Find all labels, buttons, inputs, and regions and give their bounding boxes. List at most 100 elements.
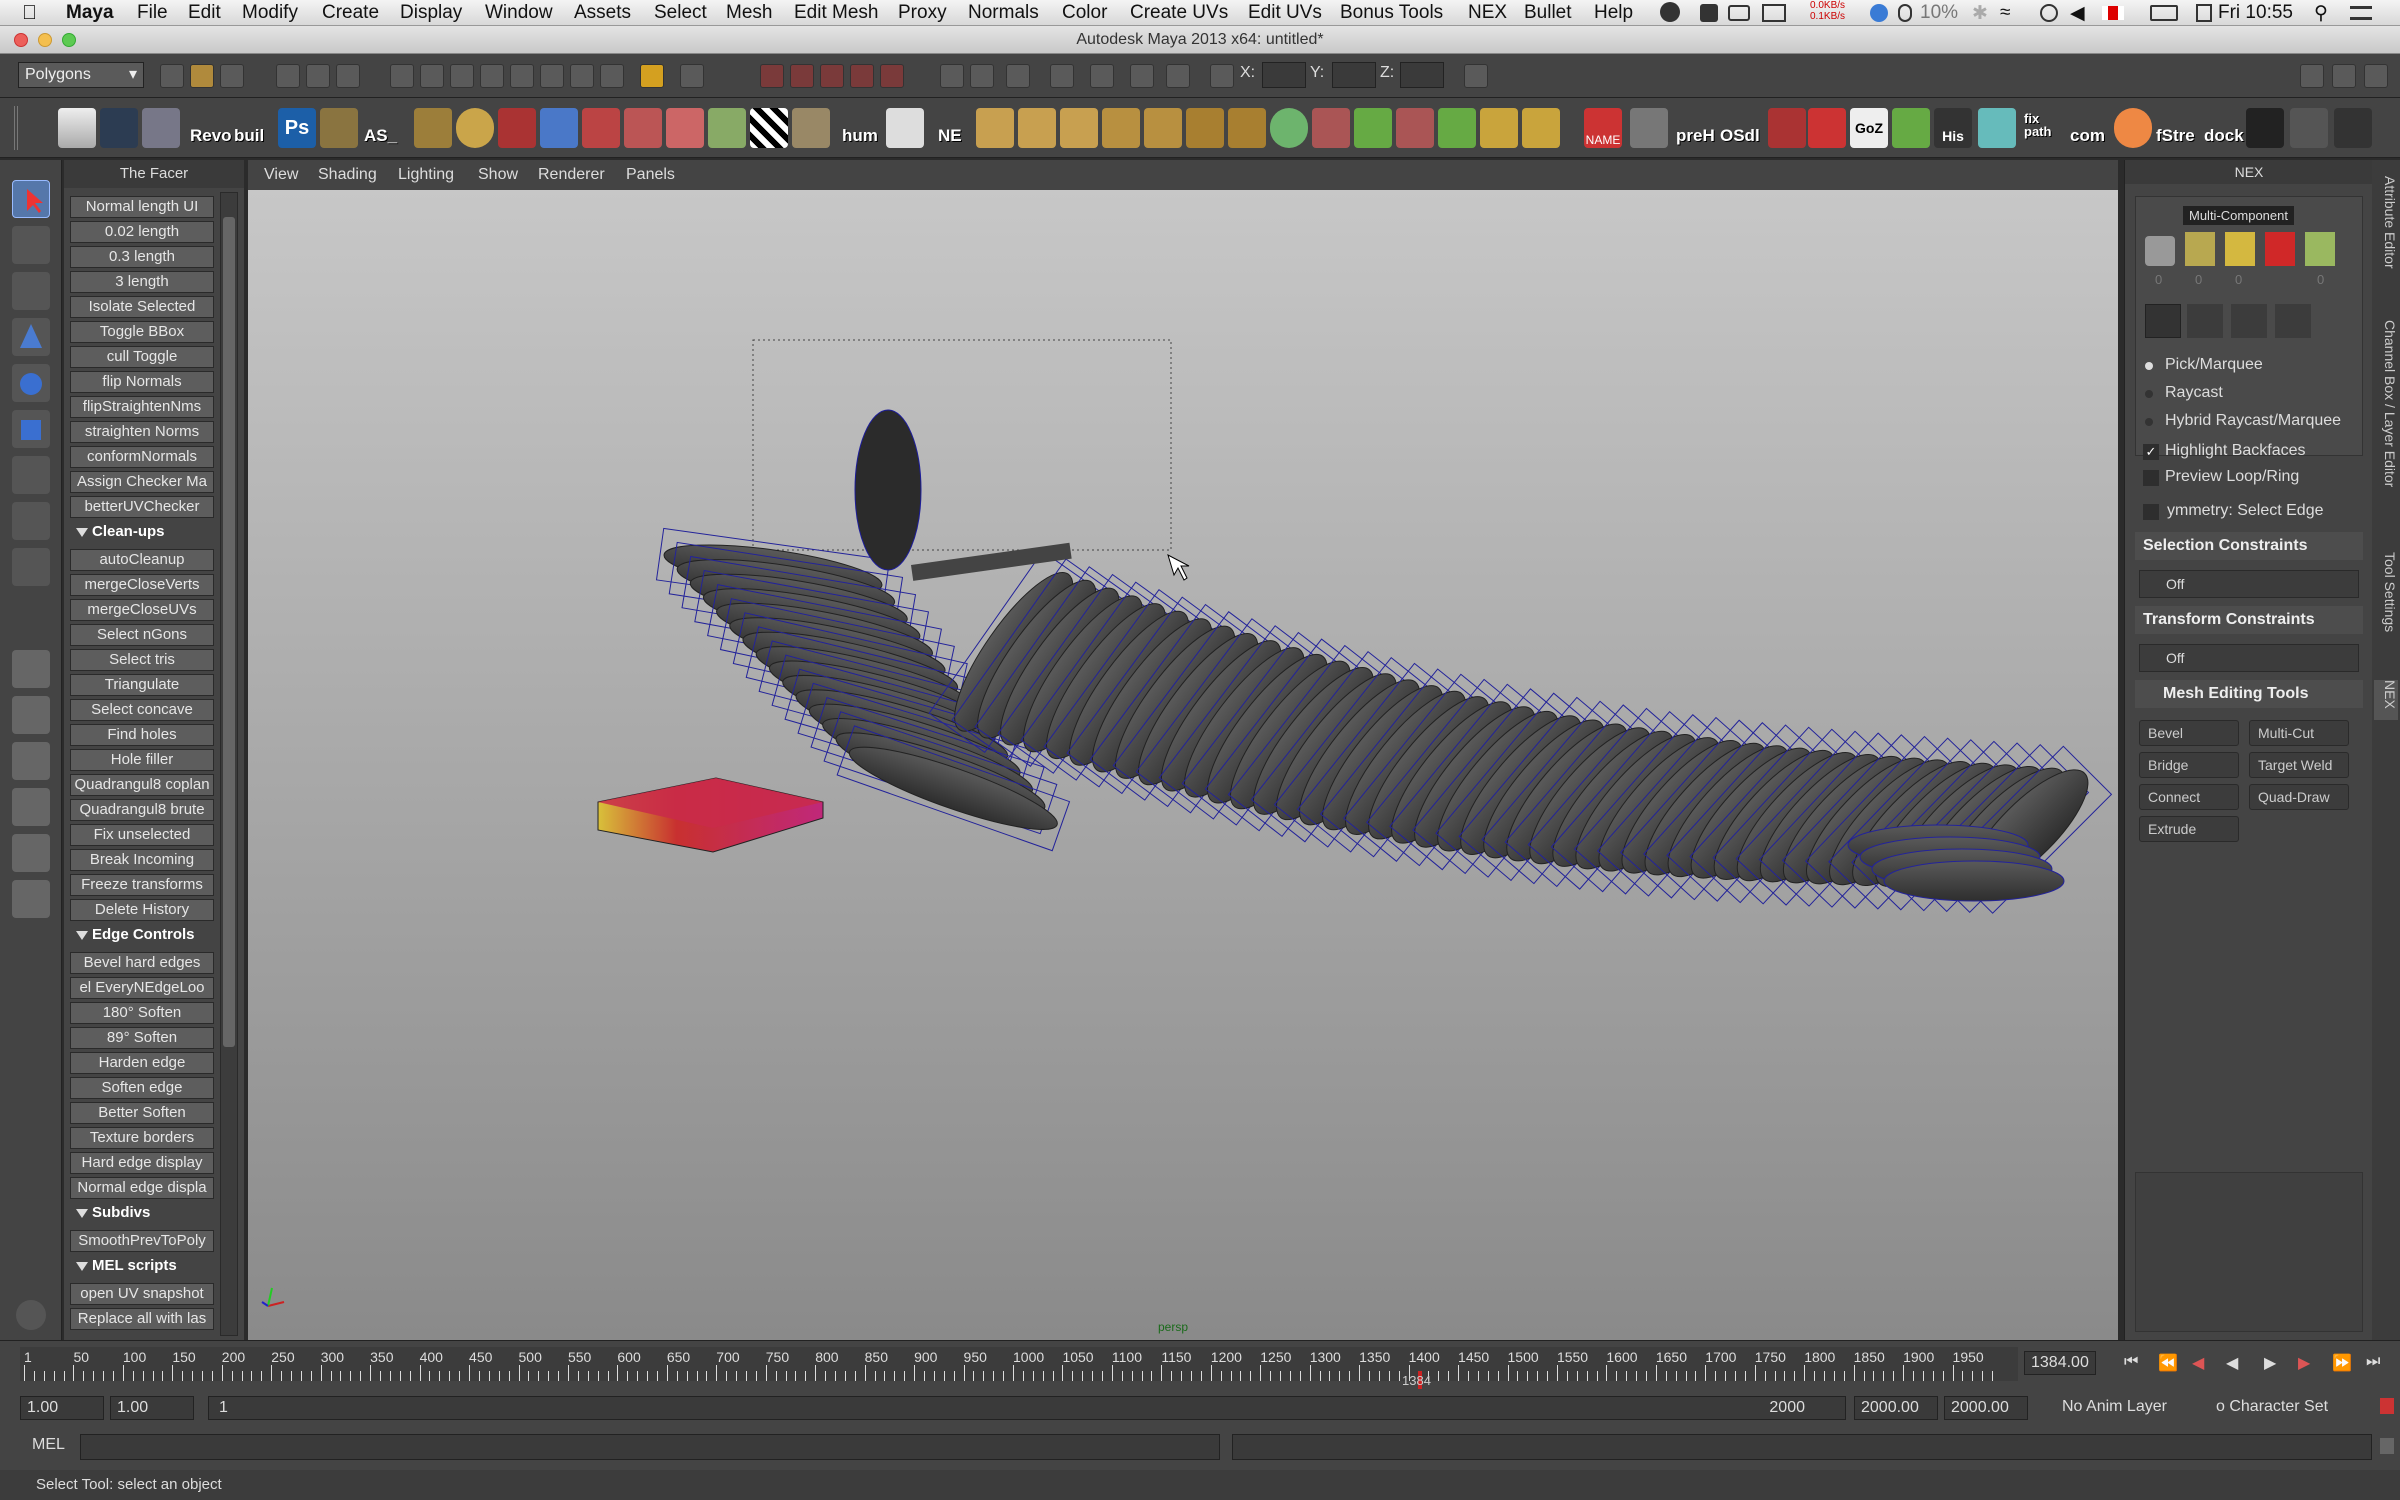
input-flag-icon[interactable] — [2102, 6, 2124, 20]
display-icon[interactable] — [1762, 4, 1786, 22]
viewport-menu-show[interactable]: Show — [478, 166, 518, 184]
time-slider[interactable]: 1 50 100 150 200 250 300 350 400 450 500 550 600 650 7… — [0, 1340, 2400, 1392]
connect-button[interactable]: Connect — [2139, 784, 2239, 810]
shelf-build[interactable]: buil — [234, 126, 264, 146]
shelf-goz[interactable]: GoZ — [1850, 108, 1888, 148]
facer-button[interactable]: Fix unselected — [70, 824, 214, 846]
selection-constraints-header[interactable]: Selection Constraints — [2135, 532, 2363, 560]
facer-section-header[interactable]: Clean-ups — [70, 521, 214, 543]
facer-button[interactable]: Soften edge — [70, 1077, 214, 1099]
transform-icon[interactable] — [1090, 64, 1114, 88]
shelf-grid-icon[interactable] — [886, 108, 924, 148]
viewport-menu-shading[interactable]: Shading — [318, 166, 377, 184]
shelf-plane-icon-6[interactable] — [1186, 108, 1224, 148]
symmetry-checkbox[interactable] — [2143, 504, 2159, 520]
target-weld-button[interactable]: Target Weld — [2249, 752, 2349, 778]
layout-outliner-icon[interactable] — [12, 742, 50, 780]
layout-single-icon[interactable] — [12, 650, 50, 688]
facer-scrollbar[interactable] — [220, 192, 238, 1336]
app-status-icon[interactable] — [1660, 2, 1680, 22]
facer-button[interactable]: 89° Soften — [70, 1027, 214, 1049]
hypershade-icon[interactable] — [850, 64, 874, 88]
x-field[interactable] — [1262, 62, 1306, 88]
shelf-plane-icon-5[interactable] — [1144, 108, 1182, 148]
transform-icon-2[interactable] — [1130, 64, 1154, 88]
radio-raycast[interactable] — [2145, 390, 2153, 398]
viewport-menu-renderer[interactable]: Renderer — [538, 166, 605, 184]
disk-chain-object[interactable] — [655, 527, 2113, 914]
go-to-end-icon[interactable]: ⏭ — [2366, 1353, 2380, 1371]
disk-segment[interactable] — [1883, 860, 2065, 902]
spotlight-icon[interactable]: ⚲ — [2314, 2, 2328, 25]
shelf-ghost-icon[interactable] — [1978, 108, 2016, 148]
history-icon[interactable] — [540, 64, 564, 88]
shelf-plane-icon-4[interactable] — [1102, 108, 1140, 148]
tab-tool-settings[interactable]: Tool Settings — [2374, 552, 2398, 672]
shelf-brush-icon[interactable] — [498, 108, 536, 148]
clock[interactable]: Fri 10:55 — [2218, 2, 2293, 24]
viewport-menu-panels[interactable]: Panels — [626, 166, 675, 184]
anim-layer-dropdown[interactable]: No Anim Layer — [2062, 1398, 2167, 1416]
layout-hypershade-icon[interactable] — [12, 834, 50, 872]
shelf-fix-path[interactable]: fix path — [2024, 112, 2060, 138]
shelf-icon-i[interactable] — [2290, 108, 2328, 148]
facer-button[interactable]: cull Toggle — [70, 346, 214, 368]
relative-mode-icon[interactable] — [1006, 64, 1030, 88]
facer-button[interactable]: Isolate Selected — [70, 296, 214, 318]
shelf-revo[interactable]: Revo — [190, 126, 232, 146]
shelf-osdl[interactable]: OSdl — [1720, 126, 1760, 146]
layout-custom-icon[interactable] — [12, 880, 50, 918]
select-mode-icon[interactable] — [940, 64, 964, 88]
soft-mod-icon[interactable] — [12, 502, 50, 540]
render-settings-icon[interactable] — [820, 64, 844, 88]
textured-box[interactable] — [597, 777, 824, 853]
camera-icon[interactable] — [1728, 5, 1750, 21]
tab-channel-box[interactable]: Channel Box / Layer Editor — [2374, 320, 2398, 540]
transform-constraints-header[interactable]: Transform Constraints — [2135, 606, 2363, 634]
shelf-dock[interactable]: dock — [2204, 126, 2244, 146]
facer-button[interactable]: Normal edge displa — [70, 1177, 214, 1199]
new-scene-icon[interactable] — [160, 64, 184, 88]
facer-button[interactable]: Hole filler — [70, 749, 214, 771]
rotate-icon[interactable] — [2231, 304, 2267, 338]
radio-hybrid[interactable] — [2145, 418, 2153, 426]
go-to-start-icon[interactable]: ⏮ — [2124, 1353, 2138, 1371]
wifi-icon[interactable]: ≈ — [2000, 2, 2010, 24]
menu-help[interactable]: Help — [1594, 2, 1633, 24]
lock-icon[interactable] — [640, 64, 664, 88]
facer-button[interactable]: Better Soften — [70, 1102, 214, 1124]
shelf-com[interactable]: com — [2070, 126, 2105, 146]
menu-assets[interactable]: Assets — [574, 2, 631, 24]
save-scene-icon[interactable] — [220, 64, 244, 88]
shelf-terminal-icon[interactable] — [2246, 108, 2284, 148]
shelf-fstre[interactable]: fStre — [2156, 126, 2195, 146]
z-field[interactable] — [1400, 62, 1444, 88]
construction-icon[interactable] — [570, 64, 594, 88]
menu-select[interactable]: Select — [654, 2, 707, 24]
menu-edit[interactable]: Edit — [188, 2, 221, 24]
facer-button[interactable]: straighten Norms — [70, 421, 214, 443]
shelf-icon-g[interactable] — [1630, 108, 1668, 148]
facer-button[interactable]: Select nGons — [70, 624, 214, 646]
shelf-hum[interactable]: hum — [842, 126, 878, 146]
menu-edit-mesh[interactable]: Edit Mesh — [794, 2, 878, 24]
step-forward-frame-icon[interactable]: ▶ — [2298, 1353, 2310, 1373]
layout-four-icon[interactable] — [12, 696, 50, 734]
shelf-sphere-icon[interactable] — [456, 108, 494, 148]
facer-button[interactable]: Triangulate — [70, 674, 214, 696]
shelf-tool-icon[interactable] — [792, 108, 830, 148]
facer-button[interactable]: Hard edge display — [70, 1152, 214, 1174]
layout-icon-1[interactable] — [2300, 64, 2324, 88]
snap-point-icon[interactable] — [450, 64, 474, 88]
menu-file[interactable]: File — [137, 2, 168, 24]
shelf-helmet-icon[interactable] — [1768, 108, 1806, 148]
multi-cut-button[interactable]: Multi-Cut — [2249, 720, 2349, 746]
range-bar[interactable]: 1 2000 — [208, 1396, 1846, 1420]
transform-constraint-dropdown[interactable]: Off — [2139, 644, 2359, 672]
shelf-plane-icon-1[interactable] — [976, 108, 1014, 148]
shelf-uv-icon[interactable] — [320, 108, 358, 148]
facer-button[interactable]: 3 length — [70, 271, 214, 293]
menu-edit-uvs[interactable]: Edit UVs — [1248, 2, 1322, 24]
character-set-dropdown[interactable]: o Character Set — [2216, 1398, 2328, 1416]
snap-curve-icon[interactable] — [420, 64, 444, 88]
